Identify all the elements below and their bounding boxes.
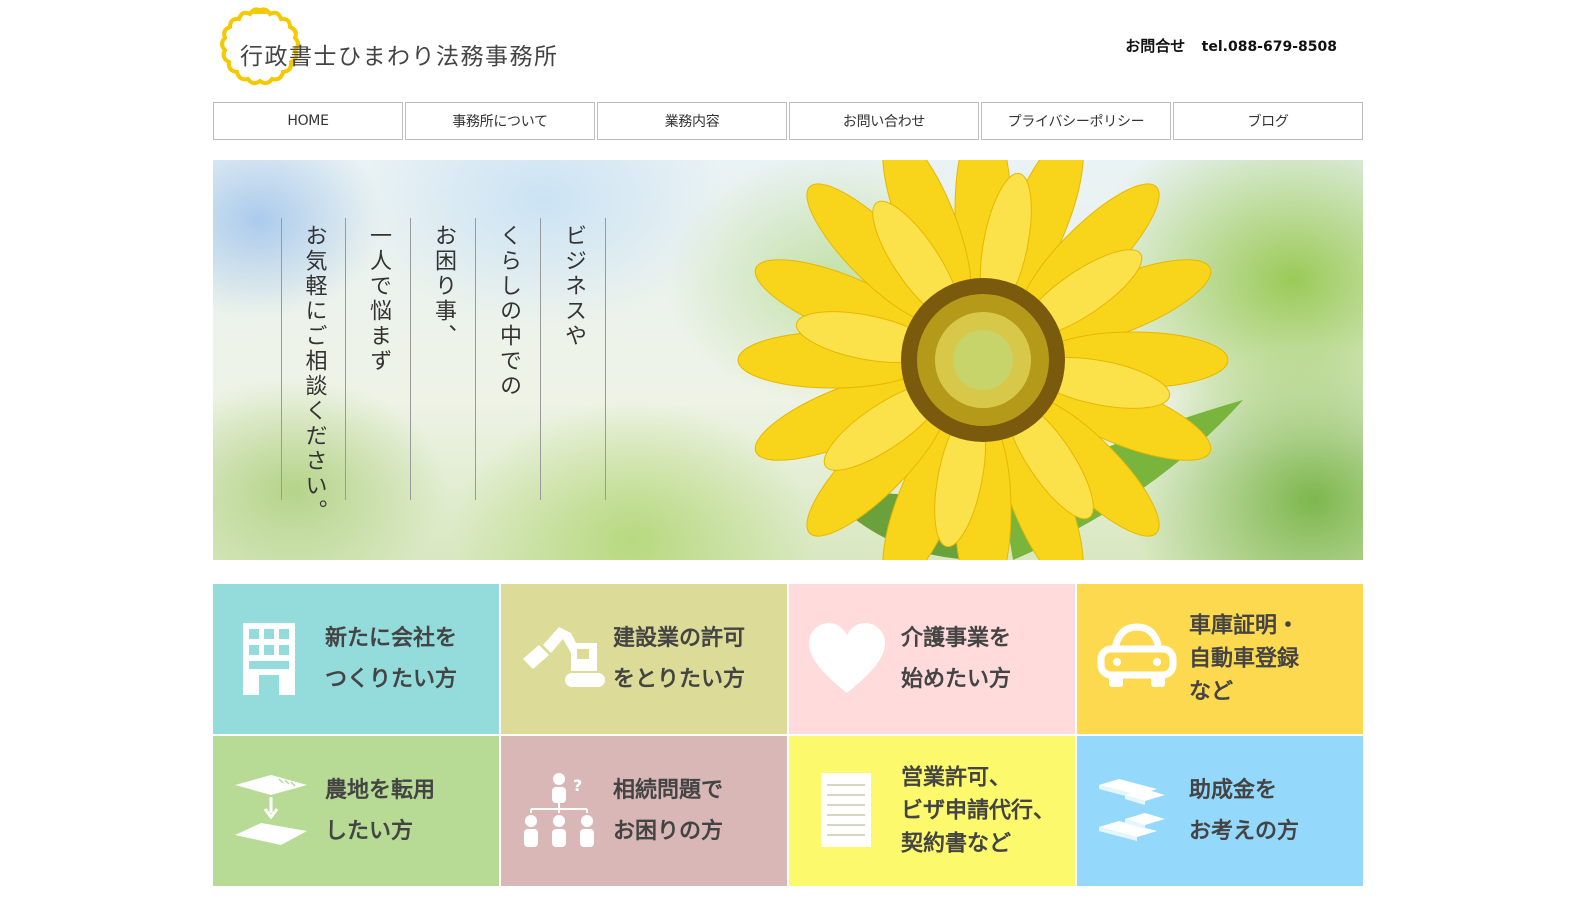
service-tiles: 新たに会社を つくりたい方 建設業の許可 をとりたい方 介護事業を 始めたい方 (213, 584, 1363, 886)
tile-text: 新たに会社を つくりたい方 (325, 626, 458, 692)
money-stack-icon (1099, 779, 1165, 841)
tile-text: 助成金を お考えの方 (1189, 778, 1300, 844)
tile-text: 介護事業を 始めたい方 (901, 626, 1012, 692)
site-logo[interactable]: 行政書士ひまわり法務事務所 (213, 4, 593, 92)
tile-construction-permit[interactable]: 建設業の許可 をとりたい方 (501, 584, 787, 734)
nav-contact[interactable]: お問い合わせ (789, 102, 979, 140)
nav-blog[interactable]: ブログ (1173, 102, 1363, 140)
phone-number[interactable]: tel.088-679-8508 (1202, 39, 1337, 55)
hero-message: ビジネスや くらしの中での お困り事、 一人で悩まず お気軽にご相談ください。 (281, 218, 606, 524)
tile-vehicle-registration[interactable]: 車庫証明・ 自動車登録 など (1077, 584, 1363, 734)
tile-business-license[interactable]: 営業許可、 ビザ申請代行、 契約書など (789, 736, 1075, 886)
hero-line-2: くらしの中での (496, 224, 521, 399)
tile-text: 建設業の許可 をとりたい方 (613, 626, 746, 692)
heart-icon (809, 623, 885, 693)
contact-info: お問合せ tel.088-679-8508 (1125, 35, 1337, 56)
tile-farmland-conversion[interactable]: 農地を転用 したい方 (213, 736, 499, 886)
tile-text: 相続問題で お困りの方 (613, 778, 724, 844)
car-icon (1097, 623, 1177, 687)
contact-label: お問合せ (1125, 37, 1186, 55)
nav-about[interactable]: 事務所について (405, 102, 595, 140)
land-conversion-icon (235, 775, 307, 845)
family-tree-icon: ? (524, 773, 594, 847)
tile-text: 営業許可、 ビザ申請代行、 契約書など (901, 765, 1056, 857)
excavator-icon (523, 627, 605, 687)
tile-inheritance[interactable]: ? 相続問題で お困りの方 (501, 736, 787, 886)
document-icon (821, 773, 871, 847)
tile-subsidy[interactable]: 助成金を お考えの方 (1077, 736, 1363, 886)
logo-text: 行政書士ひまわり法務事務所 (240, 44, 559, 70)
tile-text: 車庫証明・ 自動車登録 など (1189, 613, 1300, 705)
hero-banner: ビジネスや くらしの中での お困り事、 一人で悩まず お気軽にご相談ください。 (213, 160, 1363, 560)
nav-home[interactable]: HOME (213, 102, 403, 140)
hero-line-4: 一人で悩まず (366, 224, 391, 374)
tile-care-business[interactable]: 介護事業を 始めたい方 (789, 584, 1075, 734)
tile-text: 農地を転用 したい方 (325, 778, 436, 844)
global-nav: HOME 事務所について 業務内容 お問い合わせ プライバシーポリシー ブログ (213, 102, 1363, 140)
nav-services[interactable]: 業務内容 (597, 102, 787, 140)
hero-line-3: お困り事、 (431, 224, 456, 349)
tile-company-setup[interactable]: 新たに会社を つくりたい方 (213, 584, 499, 734)
nav-privacy[interactable]: プライバシーポリシー (981, 102, 1171, 140)
page-container: 行政書士ひまわり法務事務所 お問合せ tel.088-679-8508 HOME… (213, 0, 1363, 911)
hero-line-1: ビジネスや (561, 224, 586, 349)
svg-text:?: ? (573, 776, 582, 795)
hero-line-5: お気軽にご相談ください。 (301, 224, 327, 524)
building-icon (243, 623, 295, 695)
sunflower-image (737, 160, 1243, 560)
